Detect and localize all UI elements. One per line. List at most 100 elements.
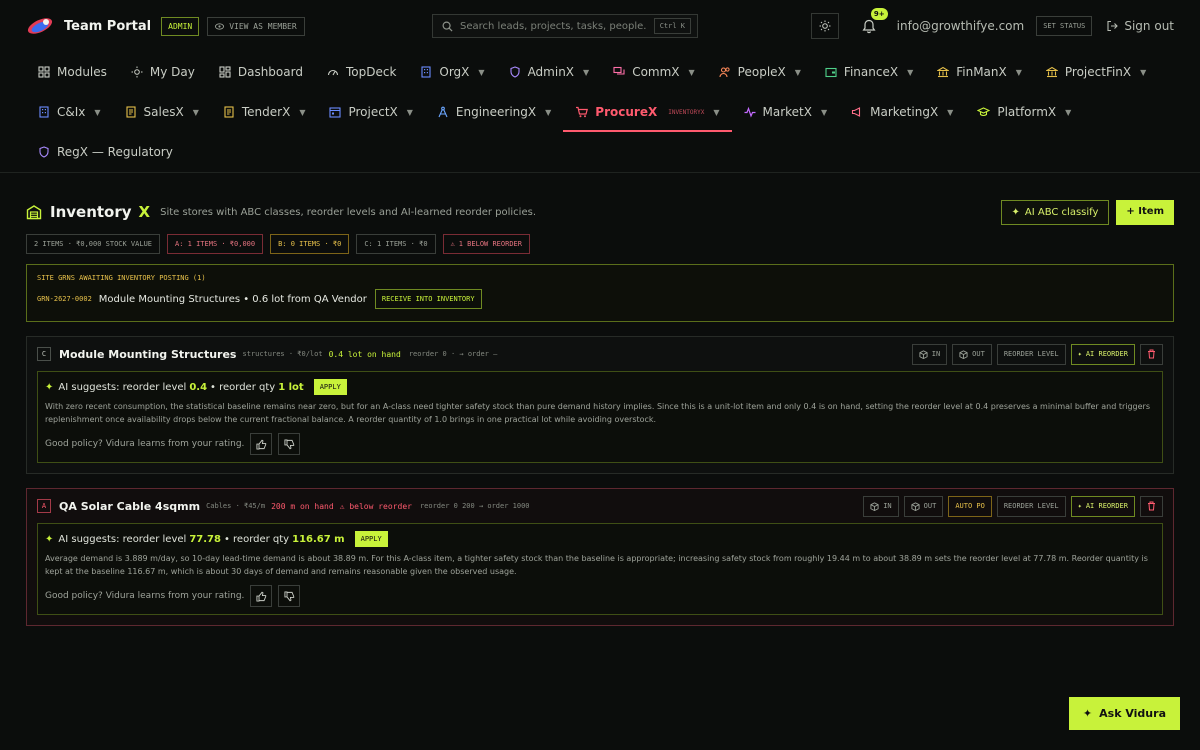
nav-item-financex[interactable]: FinanceX ▼ bbox=[813, 52, 925, 92]
view-as-member-button[interactable]: VIEW AS MEMBER bbox=[207, 16, 305, 36]
stat-chip[interactable]: B: 0 ITEMS · ₹0 bbox=[270, 234, 350, 254]
item-actions: IN OUT AUTO PO REORDER LEVEL ✦ AI REORDER bbox=[863, 495, 1163, 517]
nav-item-orgx[interactable]: OrgX ▼ bbox=[408, 52, 496, 92]
page-title-suffix: X bbox=[138, 203, 151, 221]
view-as-member-label: VIEW AS MEMBER bbox=[229, 21, 297, 31]
nav-item-topdeck[interactable]: TopDeck bbox=[315, 52, 408, 92]
thumbs-down-button[interactable] bbox=[278, 433, 301, 455]
ai-reorder-button[interactable]: ✦ AI REORDER bbox=[1070, 495, 1135, 517]
nav-item-label: CommX bbox=[632, 65, 680, 79]
apply-suggestion-button[interactable]: APPLY bbox=[354, 531, 388, 547]
nav-item-projectx[interactable]: ProjectX ▼ bbox=[317, 92, 424, 132]
item-name[interactable]: QA Solar Cable 4sqmm bbox=[59, 500, 200, 513]
nav-item-marketx[interactable]: MarketX ▼ bbox=[732, 92, 840, 132]
sign-out-button[interactable]: Sign out bbox=[1106, 19, 1174, 33]
nav-item-finmanx[interactable]: FinManX ▼ bbox=[925, 52, 1034, 92]
in-button[interactable]: IN bbox=[863, 495, 899, 517]
reorder-level-button[interactable]: REORDER LEVEL bbox=[996, 495, 1066, 517]
pending-grn-panel: SITE GRNS AWAITING INVENTORY POSTING (1)… bbox=[26, 264, 1174, 322]
nav-item-label: ProjectFinX bbox=[1064, 65, 1132, 79]
ask-vidura-button[interactable]: ✦ Ask Vidura bbox=[1068, 697, 1180, 730]
box-icon bbox=[911, 501, 920, 511]
in-button[interactable]: IN bbox=[911, 343, 948, 365]
doc-icon bbox=[125, 106, 137, 118]
bell-icon bbox=[862, 19, 876, 33]
building-icon bbox=[420, 66, 432, 78]
add-item-button[interactable]: + Item bbox=[1116, 199, 1174, 225]
bank-icon bbox=[937, 66, 950, 78]
nav-item-peoplex[interactable]: PeopleX ▼ bbox=[707, 52, 813, 92]
nav-item-adminx[interactable]: AdminX ▼ bbox=[497, 52, 602, 92]
stat-chip[interactable]: C: 1 ITEMS · ₹0 bbox=[356, 234, 436, 254]
nav-item-modules[interactable]: Modules bbox=[26, 52, 119, 92]
cart-icon bbox=[575, 106, 589, 118]
thumbs-up-button[interactable] bbox=[250, 433, 273, 455]
grn-row: GRN-2627-0002 Module Mounting Structures… bbox=[37, 289, 1163, 309]
user-email[interactable]: info@growthifye.com bbox=[897, 19, 1025, 33]
nav-item-projectfinx[interactable]: ProjectFinX ▼ bbox=[1034, 52, 1158, 92]
chevron-down-icon: ▼ bbox=[713, 107, 720, 117]
nav-item-procurex[interactable]: ProcureX INVENTORYX ▼ bbox=[563, 92, 732, 132]
nav-item-platformx[interactable]: PlatformX ▼ bbox=[965, 92, 1083, 132]
page-subtitle: Site stores with ABC classes, reorder le… bbox=[160, 206, 536, 218]
search-input[interactable]: Search leads, projects, tasks, people... bbox=[460, 21, 647, 32]
item-meta: structures · ₹0/lot bbox=[242, 350, 323, 358]
nav-item-engineeringx[interactable]: EngineeringX ▼ bbox=[425, 92, 563, 132]
sign-out-label: Sign out bbox=[1124, 19, 1174, 33]
nav-item-label: C&Ix bbox=[57, 105, 86, 119]
wallet-icon bbox=[825, 66, 837, 78]
nav-item-label: OrgX bbox=[439, 65, 470, 79]
sun-icon bbox=[131, 66, 143, 78]
nav-item-dashboard[interactable]: Dashboard bbox=[207, 52, 315, 92]
item-name[interactable]: Module Mounting Structures bbox=[59, 348, 236, 361]
thumbs-down-button[interactable] bbox=[278, 585, 301, 607]
set-status-button[interactable]: SET STATUS bbox=[1036, 16, 1093, 36]
thumbs-up-icon bbox=[256, 439, 267, 450]
brand[interactable]: Team Portal bbox=[26, 16, 151, 36]
nav-item-tenderx[interactable]: TenderX ▼ bbox=[211, 92, 318, 132]
receive-into-inventory-button[interactable]: RECEIVE INTO INVENTORY bbox=[374, 289, 482, 309]
ai-suggestion-panel: ✦ AI suggests: reorder level 0.4 • reorder … bbox=[37, 371, 1163, 463]
delete-item-button[interactable] bbox=[1140, 495, 1163, 517]
thumbs-up-button[interactable] bbox=[250, 585, 273, 607]
ai-suggestion-mid: • reorder qty bbox=[223, 533, 290, 545]
global-search[interactable]: Search leads, projects, tasks, people...… bbox=[432, 14, 698, 38]
ai-abc-classify-button[interactable]: ✦ AI ABC classify bbox=[1000, 199, 1110, 225]
megaphone-icon bbox=[851, 106, 863, 118]
sun-icon bbox=[819, 20, 831, 32]
auto-po-button[interactable]: AUTO PO bbox=[948, 495, 992, 517]
notifications-button[interactable]: 9+ bbox=[857, 8, 888, 38]
nav-item-salesx[interactable]: SalesX ▼ bbox=[113, 92, 211, 132]
item-meta: Cables · ₹45/m bbox=[206, 502, 266, 510]
ask-vidura-label: Ask Vidura bbox=[1099, 707, 1166, 720]
nav-item-commx[interactable]: CommX ▼ bbox=[601, 52, 706, 92]
nav-item-c-ix[interactable]: C&Ix ▼ bbox=[26, 92, 113, 132]
nav-item-label: AdminX bbox=[527, 65, 575, 79]
sparkle-icon: ✦ bbox=[1077, 350, 1082, 358]
out-button[interactable]: OUT bbox=[952, 343, 992, 365]
nav-item-regx-regulatory[interactable]: RegX — Regulatory bbox=[26, 132, 185, 172]
in-label: IN bbox=[883, 502, 892, 510]
reorder-level-button[interactable]: REORDER LEVEL bbox=[996, 343, 1066, 365]
out-label: OUT bbox=[923, 502, 937, 510]
reorder-level-label: REORDER LEVEL bbox=[1003, 350, 1059, 358]
apply-suggestion-button[interactable]: APPLY bbox=[313, 379, 347, 395]
reorder-meta: reorder 0 · → order – bbox=[408, 350, 498, 358]
warning-icon: ⚠ bbox=[450, 240, 455, 248]
nav-row-3: RegX — Regulatory bbox=[26, 132, 1174, 172]
theme-toggle-button[interactable] bbox=[810, 13, 839, 39]
notification-count-badge: 9+ bbox=[870, 8, 888, 20]
ai-reorder-label: AI REORDER bbox=[1085, 350, 1128, 358]
grn-id[interactable]: GRN-2627-0002 bbox=[37, 295, 92, 303]
chevron-down-icon: ▼ bbox=[406, 107, 413, 117]
stat-chip[interactable]: 2 ITEMS · ₹0,000 STOCK VALUE bbox=[26, 234, 161, 254]
sparkle-icon: ✦ bbox=[1011, 206, 1020, 218]
nav-item-my-day[interactable]: My Day bbox=[119, 52, 207, 92]
stat-chip[interactable]: A: 1 ITEMS · ₹0,000 bbox=[167, 234, 264, 254]
ai-reorder-button[interactable]: ✦ AI REORDER bbox=[1070, 343, 1135, 365]
nav-item-marketingx[interactable]: MarketingX ▼ bbox=[839, 92, 965, 132]
stat-chip[interactable]: ⚠ 1 BELOW REORDER bbox=[442, 234, 530, 254]
stat-chip-label: 2 ITEMS · ₹0,000 STOCK VALUE bbox=[34, 240, 153, 248]
out-button[interactable]: OUT bbox=[903, 495, 944, 517]
delete-item-button[interactable] bbox=[1140, 343, 1163, 365]
